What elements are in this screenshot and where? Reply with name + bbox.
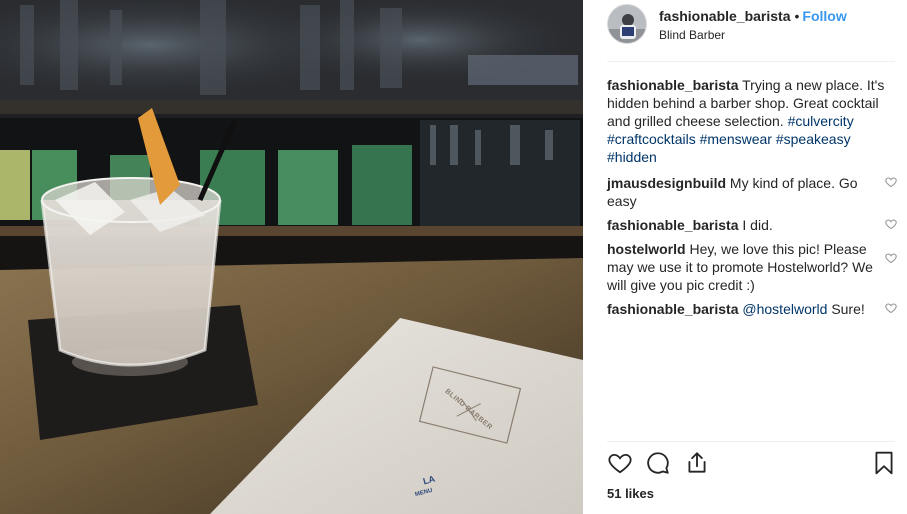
post-panel: fashionable_barista • Follow Blind Barber …: [583, 0, 907, 514]
comment-item: fashionable_barista @hostelworld Sure!: [607, 300, 903, 318]
comment-item: fashionable_barista I did.: [607, 216, 903, 234]
header-divider: [607, 61, 895, 62]
share-icon[interactable]: [684, 450, 710, 476]
comment-username[interactable]: jmausdesignbuild: [607, 175, 726, 191]
avatar[interactable]: [607, 4, 647, 44]
comment-mention-link[interactable]: @hostelworld: [742, 301, 827, 317]
bookmark-icon[interactable]: [871, 450, 897, 476]
hashtag-link[interactable]: #speakeasy: [776, 131, 851, 147]
hashtag-link[interactable]: #craftcocktails: [607, 131, 696, 147]
avatar-image: [608, 5, 646, 43]
comments-list: fashionable_barista Trying a new place. …: [607, 76, 903, 324]
hashtag-link[interactable]: #culvercity: [788, 113, 854, 129]
actions-divider: [607, 441, 895, 442]
hashtag-link[interactable]: #hidden: [607, 149, 657, 165]
comment-text: Sure!: [831, 301, 865, 317]
post-header: fashionable_barista • Follow Blind Barber: [607, 4, 897, 48]
caption: fashionable_barista Trying a new place. …: [607, 76, 903, 166]
comment-like-heart-icon[interactable]: [885, 218, 897, 230]
heart-icon[interactable]: [607, 450, 633, 476]
comment-like-heart-icon[interactable]: [885, 252, 897, 264]
caption-username[interactable]: fashionable_barista: [607, 77, 739, 93]
comment-like-heart-icon[interactable]: [885, 176, 897, 188]
post-actions: [607, 450, 895, 480]
comment-username[interactable]: fashionable_barista: [607, 217, 739, 233]
follow-button[interactable]: Follow: [802, 8, 846, 24]
comment-like-heart-icon[interactable]: [885, 302, 897, 314]
comment-icon[interactable]: [645, 450, 671, 476]
comment-text: I did.: [742, 217, 773, 233]
cocktail-photo: [0, 0, 583, 514]
comment-username[interactable]: hostelworld: [607, 241, 686, 257]
header-separator-dot: •: [794, 8, 800, 24]
post-photo[interactable]: BLIND BARBER LA MENU: [0, 0, 583, 514]
location-link[interactable]: Blind Barber: [659, 28, 725, 42]
header-username[interactable]: fashionable_barista: [659, 8, 791, 24]
comment-item: jmausdesignbuild My kind of place. Go ea…: [607, 174, 903, 210]
comment-item: hostelworld Hey, we love this pic! Pleas…: [607, 240, 903, 294]
comment-username[interactable]: fashionable_barista: [607, 301, 739, 317]
hashtag-link[interactable]: #menswear: [700, 131, 772, 147]
likes-count[interactable]: 51 likes: [607, 486, 654, 501]
